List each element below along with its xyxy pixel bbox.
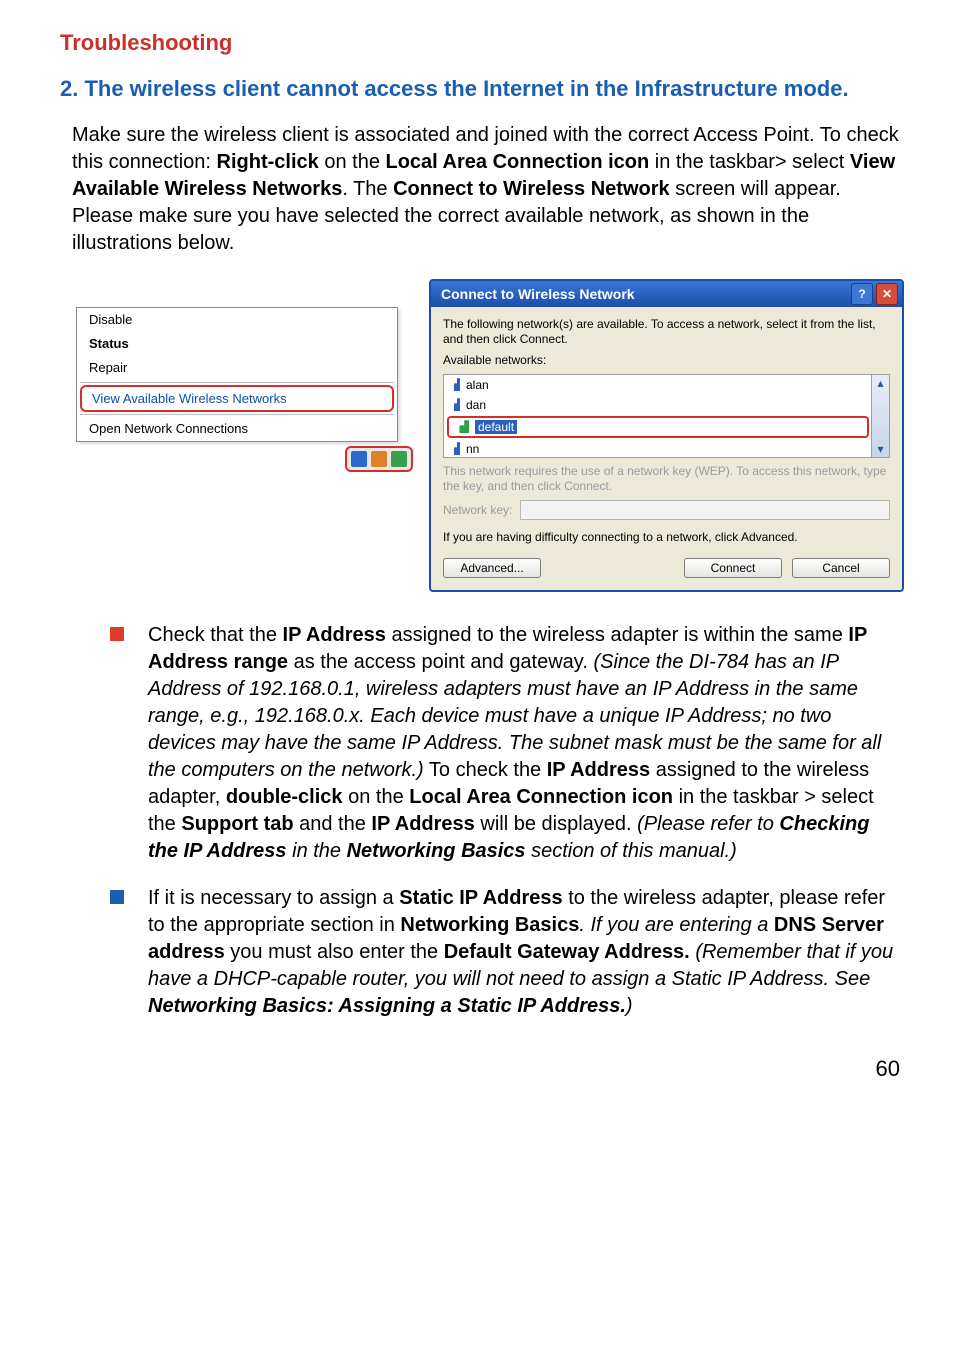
text: . If you are entering a <box>579 914 774 936</box>
network-name: alan <box>466 378 489 392</box>
network-item[interactable]: dan <box>444 395 872 415</box>
network-key-input[interactable] <box>520 500 890 520</box>
text: To check the <box>424 759 547 781</box>
text: as the access point and gateway. <box>288 651 593 673</box>
titlebar-buttons: ? ✕ <box>851 283 898 305</box>
menu-separator <box>80 414 394 415</box>
tray-icon[interactable] <box>391 451 407 467</box>
scroll-up-icon[interactable]: ▴ <box>872 375 889 391</box>
text-italic: section of this manual.) <box>526 840 737 862</box>
dialog-buttons: Advanced... Connect Cancel <box>443 558 890 578</box>
text-italic: in the <box>287 840 347 862</box>
text-bold: Local Area Connection icon <box>409 786 673 808</box>
cancel-button[interactable]: Cancel <box>792 558 890 578</box>
network-key-row: Network key: <box>443 500 890 520</box>
network-name: nn <box>466 442 479 456</box>
network-item[interactable]: nn <box>444 439 872 458</box>
text: . The <box>342 178 393 200</box>
difficulty-note: If you are having difficulty connecting … <box>443 530 890 544</box>
section-title: Troubleshooting <box>60 30 904 56</box>
context-menu: Disable Status Repair View Available Wir… <box>76 307 398 442</box>
text-bold: Default Gateway Address. <box>444 941 690 963</box>
bullet-square-icon <box>110 627 124 641</box>
text-bold: IP Address <box>547 759 650 781</box>
bullet-text: If it is necessary to assign a Static IP… <box>148 885 904 1020</box>
text: in the taskbar> select <box>649 151 850 173</box>
signal-icon <box>453 420 469 433</box>
bullet-row: If it is necessary to assign a Static IP… <box>110 885 904 1020</box>
network-icon[interactable] <box>351 451 367 467</box>
scroll-down-icon[interactable]: ▾ <box>872 441 889 457</box>
tray-icon[interactable] <box>371 451 387 467</box>
text-italic: (Please refer to <box>637 813 779 835</box>
connect-button[interactable]: Connect <box>684 558 782 578</box>
text: and the <box>294 813 372 835</box>
text: assigned to the wireless adapter is with… <box>386 624 848 646</box>
signal-icon <box>450 442 460 455</box>
bullet-text: Check that the IP Address assigned to th… <box>148 622 904 865</box>
bullet-square-icon <box>110 890 124 904</box>
text-bold: IP Address <box>371 813 474 835</box>
scrollbar[interactable]: ▴ ▾ <box>871 375 889 457</box>
text: If it is necessary to assign a <box>148 887 399 909</box>
text-bold-italic: Networking Basics <box>347 840 526 862</box>
close-button[interactable]: ✕ <box>876 283 898 305</box>
text-bold: Support tab <box>181 813 293 835</box>
system-tray <box>60 446 415 472</box>
context-menu-figure: Disable Status Repair View Available Wir… <box>60 279 415 472</box>
network-listbox[interactable]: alan dan default nn <box>443 374 890 458</box>
tray-highlight <box>345 446 413 472</box>
menu-item-status[interactable]: Status <box>77 332 397 356</box>
signal-icon <box>450 398 460 411</box>
figures-row: Disable Status Repair View Available Wir… <box>60 279 904 592</box>
text-bold: Connect to Wireless Network <box>393 178 670 200</box>
sub-title: 2. The wireless client cannot access the… <box>60 74 904 104</box>
dialog-titlebar: Connect to Wireless Network ? ✕ <box>431 281 902 307</box>
dialog-description: The following network(s) are available. … <box>443 317 890 347</box>
text: on the <box>343 786 410 808</box>
text-bold-italic: Networking Basics: Assigning a Static IP… <box>148 995 626 1017</box>
menu-item-open-connections[interactable]: Open Network Connections <box>77 417 397 441</box>
menu-item-view-networks[interactable]: View Available Wireless Networks <box>80 385 394 412</box>
text-bold: IP Address <box>283 624 386 646</box>
wep-note: This network requires the use of a netwo… <box>443 464 890 494</box>
network-name: dan <box>466 398 486 412</box>
text: on the <box>319 151 386 173</box>
page: Troubleshooting 2. The wireless client c… <box>0 0 954 1122</box>
text-bold: Local Area Connection icon <box>386 151 650 173</box>
available-networks-label: Available networks: <box>443 353 890 368</box>
network-key-label: Network key: <box>443 503 512 517</box>
text: you must also enter the <box>225 941 444 963</box>
bullet-row: Check that the IP Address assigned to th… <box>110 622 904 865</box>
text-italic: ) <box>626 995 633 1017</box>
text: Check that the <box>148 624 283 646</box>
menu-separator <box>80 382 394 383</box>
text: will be displayed. <box>475 813 637 835</box>
menu-item-repair[interactable]: Repair <box>77 356 397 380</box>
help-button[interactable]: ? <box>851 283 873 305</box>
connect-dialog: Connect to Wireless Network ? ✕ The foll… <box>429 279 904 592</box>
intro-paragraph: Make sure the wireless client is associa… <box>72 122 904 257</box>
text-bold: Static IP Address <box>399 887 562 909</box>
network-item[interactable]: alan <box>444 375 872 395</box>
dialog-body: The following network(s) are available. … <box>431 307 902 590</box>
advanced-button[interactable]: Advanced... <box>443 558 541 578</box>
network-name: default <box>475 420 517 434</box>
signal-icon <box>450 378 460 391</box>
text-bold: Networking Basics <box>400 914 579 936</box>
text-bold: double-click <box>226 786 343 808</box>
menu-item-disable[interactable]: Disable <box>77 308 397 332</box>
network-item-selected[interactable]: default <box>447 416 869 438</box>
text-bold: Right-click <box>217 151 319 173</box>
page-number: 60 <box>60 1056 904 1082</box>
dialog-title-text: Connect to Wireless Network <box>441 286 635 302</box>
